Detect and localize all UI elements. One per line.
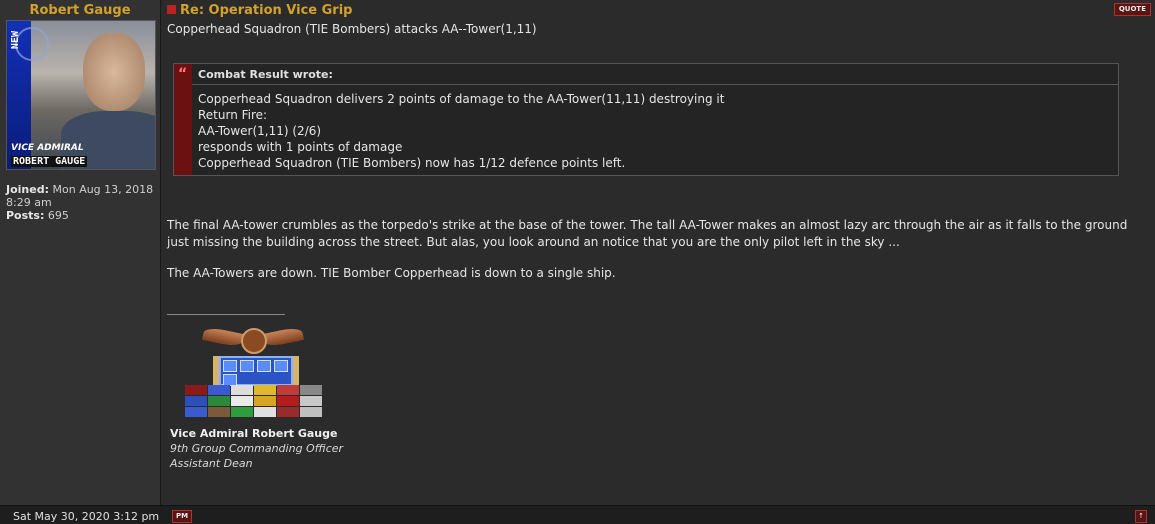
wings-icon [201,320,305,354]
joined-label: Joined: [6,183,49,196]
avatar-name-text: ROBERT GAUGE [11,156,88,167]
author-profile: Robert Gauge NEW VICE ADMIRAL ROBERT GAU… [0,0,161,505]
signature: Vice Admiral Robert Gauge 9th Group Comm… [170,426,343,471]
quote-line: AA-Tower(1,11) (2/6) [198,124,322,138]
author-info: Joined: Mon Aug 13, 2018 8:29 am Posts: … [6,183,156,222]
post-paragraph: The final AA-tower crumbles as the torpe… [167,218,1128,249]
post-icon [167,5,176,14]
posts-label: Posts: [6,209,45,222]
quote-button[interactable]: QUOTE [1113,3,1151,16]
post-first-line: Copperhead Squadron (TIE Bombers) attack… [167,22,537,36]
quote-line: Return Fire: [198,108,268,122]
author-avatar: NEW VICE ADMIRAL ROBERT GAUGE [6,20,156,170]
avatar-head-shape [83,33,145,111]
signature-line: 9th Group Commanding Officer [170,442,344,455]
pm-button[interactable]: PM [172,510,193,523]
post-subject-text: Re: Operation Vice Grip [180,3,353,18]
quote-mark-icon: “ [178,66,188,82]
signature-divider [167,314,285,315]
post-date: Sat May 30, 2020 3:12 pm [13,510,160,523]
quote-line: Copperhead Squadron delivers 2 points of… [198,92,725,106]
back-to-top-icon[interactable]: ↑ [1135,510,1147,523]
avatar-strip-text: NEW [10,31,21,50]
quote-lines: Copperhead Squadron delivers 2 points of… [198,91,724,171]
post-footer: Sat May 30, 2020 3:12 pm PM ↑ [0,505,1155,524]
author-username[interactable]: Robert Gauge [0,3,160,19]
quote-header: Combat Result wrote: [198,68,333,81]
quote-divider [192,84,1118,85]
post-paragraph: The AA-Towers are down. TIE Bomber Coppe… [167,266,616,280]
post-subject[interactable]: Re: Operation Vice Grip [167,3,352,18]
quote-block: “ Combat Result wrote: Copperhead Squadr… [173,63,1119,176]
signature-name: Vice Admiral Robert Gauge [170,427,338,440]
signature-line: Assistant Dean [170,457,253,470]
quote-line: Copperhead Squadron (TIE Bombers) now ha… [198,156,626,170]
avatar-rank-text: VICE ADMIRAL [11,143,84,153]
ribbons-icon [185,385,327,417]
medals-image [181,320,331,420]
forum-post-page: Robert Gauge NEW VICE ADMIRAL ROBERT GAU… [0,0,1155,524]
posts-value: 695 [47,209,69,222]
post-body: Re: Operation Vice Grip QUOTE Copperhead… [161,0,1155,505]
medal-bar-icon [213,356,299,386]
quote-line: responds with 1 points of damage [198,140,403,154]
